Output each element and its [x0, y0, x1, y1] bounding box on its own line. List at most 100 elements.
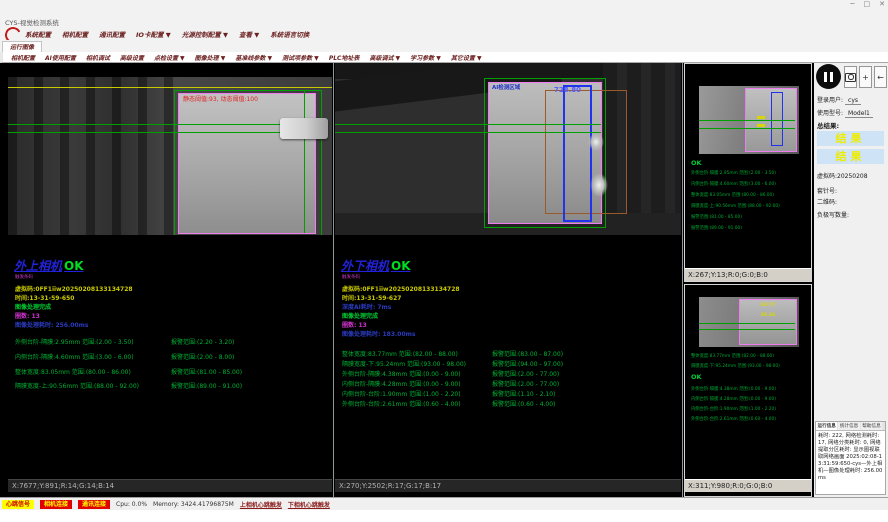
left-camera-panel: 静态阈值:93, 动态阈值:100 外上相机OK 触发条码 虚拟码:0FF1ii… — [8, 63, 332, 497]
alarm-range-text: 报警范围:(0.60 - 4.00) — [492, 399, 555, 408]
alarm-range-text: 报警范围:(89.00 - 91.00) — [171, 381, 242, 390]
mini2-text-line: 整体宽度:83.77mm 范围:(82.00 - 88.00) — [691, 353, 809, 359]
middle-coordinates-bar: X:270;Y:2502;R:17;G:17;B:17 — [335, 479, 681, 492]
left-threshold-overlay: 静态阈值:93, 动态阈值:100 — [183, 94, 258, 103]
middle-highlight-blob — [588, 133, 604, 151]
virtual-code-label: 虚拟码: — [817, 173, 837, 180]
camera-button[interactable] — [844, 66, 857, 88]
menu-item-comm-config[interactable]: 通讯配置 — [99, 29, 125, 39]
alarm-range-text: 报警范围:(1.10 - 2.10) — [492, 389, 555, 398]
middle-measurement-row: 内侧台阶-台阶:1.90mm 范围:(1.00 - 2.20) 报警范围:(1.… — [342, 389, 677, 398]
pause-icon — [824, 72, 827, 82]
tool-advanced-settings[interactable]: 高级设置 — [120, 53, 144, 62]
model-label: 使用型号: — [817, 110, 843, 117]
measurement-text: 内侧台阶-台阶:1.90mm 范围:(1.00 - 2.20) — [342, 391, 461, 398]
middle-green-line-1 — [335, 124, 601, 125]
measurement-text: 整体宽度:83.77mm 范围:(82.00 - 88.00) — [342, 351, 458, 358]
middle-camera-image[interactable]: AI检测区域 728.80 — [335, 63, 681, 235]
tool-advanced-debug[interactable]: 高级调试 ▼ — [369, 53, 400, 62]
mini2-text-line: 外侧台阶-台阶:2.61mm 范围:(0.60 - 4.00) — [691, 416, 809, 422]
menu-item-system-config[interactable]: 系统配置 — [25, 29, 51, 39]
middle-camera-name: 外下相机 — [341, 259, 389, 273]
middle-count-text: 圈数: 13 — [342, 320, 367, 329]
middle-camera-title: 外下相机OK — [341, 257, 411, 274]
log-tab-run-info[interactable]: 运行信息 — [816, 422, 837, 430]
tool-ai-usage-config[interactable]: AI使用配置 — [45, 53, 76, 62]
mini2-green-line — [699, 323, 795, 324]
left-measurement-row: 隔膜宽度-上:90.56mm 范围:(88.00 - 92.00) 报警范围:(… — [15, 381, 350, 390]
mini2-yellow-label: 95.24 — [761, 313, 775, 318]
tool-plc-address-table[interactable]: PLC地址表 — [329, 53, 360, 62]
window-controls: ─ □ ✕ — [850, 0, 885, 8]
maximize-button[interactable]: □ — [864, 0, 871, 8]
middle-camera-panel: AI检测区域 728.80 外下相机OK 触发条码 虚拟码:0FF1iiw202… — [335, 63, 681, 497]
log-tab-stats-info[interactable]: 统计信息 — [838, 422, 859, 430]
close-button[interactable]: ✕ — [879, 0, 885, 8]
mini-views-column: OK 外侧台阶-隔膜:2.95mm 范围:(2.00 - 3.50) 内侧台阶-… — [684, 63, 812, 497]
back-button[interactable]: ← — [874, 66, 887, 88]
mini2-green-line — [699, 329, 795, 330]
login-user-row: 登录用户:cys — [817, 95, 861, 104]
cpu-usage-text: Cpu: 0.0% — [116, 501, 147, 508]
log-tab-help-info[interactable]: 帮助信息 — [861, 422, 882, 430]
toolbar: 相机配置 AI使用配置 相机调试 高级设置 点检设置 ▼ 图像处理 ▼ 基准线参… — [0, 52, 888, 63]
mini1-text-line: 整体宽度:83.05mm 范围:(80.00 - 86.00) — [691, 192, 809, 198]
left-elapsed-text: 图像处理耗时: 256.00ms — [15, 320, 88, 329]
middle-blue-roi-rect — [563, 85, 592, 222]
login-user-label: 登录用户: — [817, 97, 843, 104]
middle-time-text: 时间:13-31-59-627 — [342, 293, 401, 302]
tool-learning-params[interactable]: 学习参数 ▼ — [410, 53, 441, 62]
middle-measurement-row: 外侧台阶-隔膜:4.38mm 范围:(0.00 - 9.00) 报警范围:(2.… — [342, 369, 677, 378]
alarm-range-text: 报警范围:(2.00 - 77.00) — [492, 379, 559, 388]
left-coordinates-bar: X:7677;Y:891;R:14;G:14;B:14 — [8, 479, 332, 492]
tool-test-item-params[interactable]: 测试项参数 ▼ — [282, 53, 319, 62]
upper-camera-trigger-link[interactable]: 上相机心跳触发 — [240, 500, 282, 509]
virtual-code-value: 20250208 — [837, 173, 868, 180]
mini-view-1[interactable]: OK 外侧台阶-隔膜:2.95mm 范围:(2.00 - 3.50) 内侧台阶-… — [684, 63, 812, 282]
tool-image-processing[interactable]: 图像处理 ▼ — [195, 53, 226, 62]
heartbeat-badge: 心跳信号 — [2, 500, 34, 509]
tool-baseline-params[interactable]: 基准线参数 ▼ — [235, 53, 272, 62]
mini2-image: 83.77 95.24 — [699, 297, 799, 347]
mini1-blue-rect — [771, 92, 783, 146]
mini2-text-line: 隔膜宽度-下:95.24mm 范围:(93.00 - 98.00) — [691, 363, 809, 369]
minimize-button[interactable]: ─ — [850, 0, 854, 8]
pause-icon — [830, 72, 833, 82]
mini1-text-line: 内侧台阶-隔膜:4.60mm 范围:(3.00 - 6.00) — [691, 181, 809, 187]
pause-button[interactable] — [816, 64, 841, 89]
menu-item-view[interactable]: 查看 ▼ — [239, 29, 259, 39]
model-value: Model1 — [845, 110, 873, 118]
tool-camera-debug[interactable]: 相机调试 — [86, 53, 110, 62]
alarm-range-text: 报警范围:(94.00 - 97.00) — [492, 359, 563, 368]
menu-item-io-config[interactable]: IO卡配置 ▼ — [136, 29, 171, 39]
result-box-2: 结果 — [817, 149, 884, 164]
mini1-text-line: 报警范围:(89.00 - 91.00) — [691, 225, 809, 231]
tool-other-settings[interactable]: 其它设置 ▼ — [451, 53, 482, 62]
left-camera-image[interactable]: 静态阈值:93, 动态阈值:100 — [8, 77, 332, 235]
measurement-text: 隔膜宽度-下:95.24mm 范围:(93.00 - 98.00) — [342, 361, 466, 368]
lower-camera-trigger-link[interactable]: 下相机心跳触发 — [288, 500, 330, 509]
left-arrow-icon: ← — [877, 73, 884, 82]
left-connector-part — [280, 118, 328, 139]
qr-code-label: 二维码: — [817, 197, 837, 206]
middle-measurement-row: 隔膜宽度-下:95.24mm 范围:(93.00 - 98.00) 报警范围:(… — [342, 359, 677, 368]
middle-barcode-text: 虚拟码:0FF1iiw20250208133134728 — [342, 284, 460, 293]
left-sub-label: 触发条码 — [15, 274, 33, 280]
middle-result-ok: OK — [391, 259, 411, 273]
tool-spot-check-settings[interactable]: 点检设置 ▼ — [154, 53, 185, 62]
menu-item-light-config[interactable]: 光源控制配置 ▼ — [182, 29, 228, 39]
left-measurement-row: 外侧台阶-隔膜:2.95mm 范围:(2.00 - 3.50) 报警范围:(2.… — [15, 337, 350, 346]
left-status-text: 图像处理完成 — [15, 302, 51, 311]
measurement-text: 整体宽度:83.05mm 范围:(80.00 - 86.00) — [15, 369, 131, 376]
mini1-text-line: 报警范围:(81.00 - 85.00) — [691, 214, 809, 220]
menu-item-camera-config[interactable]: 相机配置 — [62, 29, 88, 39]
menu-item-language-switch[interactable]: 系统语言切换 — [270, 29, 309, 39]
mini2-text-line: 内侧台阶-台阶:1.90mm 范围:(1.00 - 2.20) — [691, 406, 809, 412]
tool-camera-config[interactable]: 相机配置 — [11, 53, 35, 62]
login-user-value: cys — [845, 97, 861, 105]
add-button[interactable]: + — [859, 66, 872, 88]
middle-highlight-blob — [590, 173, 608, 197]
alarm-range-text: 报警范围:(2.00 - 8.00) — [171, 352, 234, 361]
panel-divider — [333, 63, 334, 497]
mini-view-2[interactable]: 83.77 95.24 整体宽度:83.77mm 范围:(82.00 - 88.… — [684, 284, 812, 497]
